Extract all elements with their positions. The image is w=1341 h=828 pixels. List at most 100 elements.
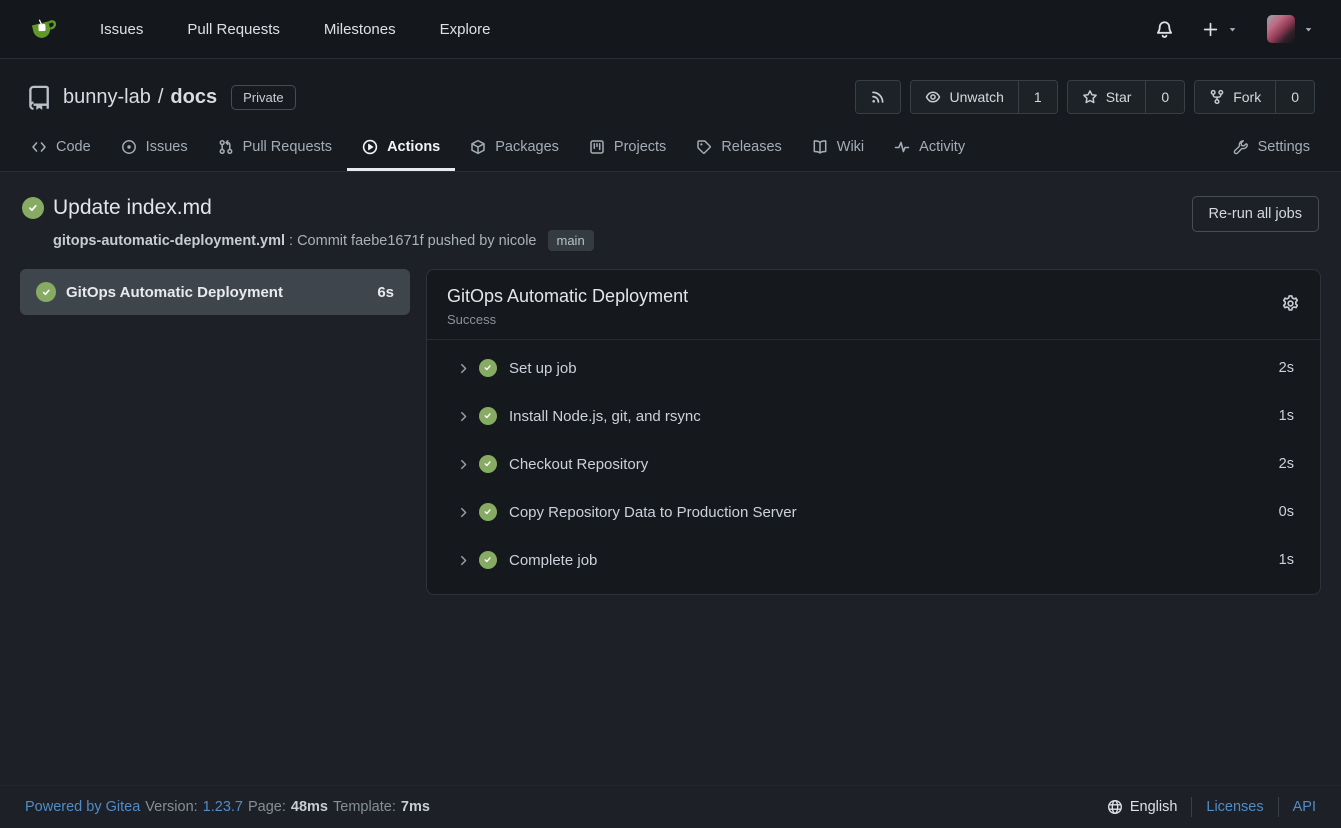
code-icon (31, 139, 47, 155)
run-subtitle: gitops-automatic-deployment.yml: Commit … (53, 230, 594, 251)
step-label: Install Node.js, git, and rsync (509, 408, 701, 425)
workflow-file-link[interactable]: gitops-automatic-deployment.yml (53, 233, 285, 249)
repo-separator: / (158, 86, 164, 109)
tag-icon (696, 139, 712, 155)
template-label: Template: (333, 799, 396, 815)
step-row[interactable]: Checkout Repository 2s (427, 440, 1320, 488)
watch-group: Unwatch 1 (910, 80, 1057, 114)
star-count[interactable]: 0 (1145, 81, 1184, 113)
job-success-icon (36, 282, 56, 302)
step-label: Complete job (509, 552, 597, 569)
tab-releases[interactable]: Releases (681, 128, 796, 171)
nav-explore[interactable]: Explore (440, 21, 491, 38)
footer-right: English Licenses API (1107, 797, 1316, 817)
fork-icon (1209, 89, 1225, 105)
unwatch-button[interactable]: Unwatch (911, 81, 1017, 113)
step-success-icon (479, 455, 497, 473)
chevron-right-icon (457, 362, 470, 375)
play-circle-icon (362, 139, 378, 155)
chevron-right-icon (457, 506, 470, 519)
gear-icon[interactable] (1281, 294, 1300, 313)
tab-activity[interactable]: Activity (879, 128, 980, 171)
tab-settings[interactable]: Settings (1218, 128, 1325, 171)
branch-badge[interactable]: main (548, 230, 594, 251)
version-link[interactable]: 1.23.7 (203, 799, 243, 815)
nav-issues[interactable]: Issues (100, 21, 143, 38)
step-row[interactable]: Set up job 2s (427, 344, 1320, 392)
actions-run-view: Update index.md gitops-automatic-deploym… (0, 172, 1341, 785)
run-title: Update index.md (53, 196, 212, 220)
step-duration: 1s (1279, 408, 1294, 424)
star-icon (1082, 89, 1098, 105)
job-detail-panel: GitOps Automatic Deployment Success Set … (426, 269, 1321, 595)
star-button[interactable]: Star (1068, 81, 1146, 113)
licenses-link[interactable]: Licenses (1206, 799, 1263, 815)
tab-code[interactable]: Code (16, 128, 106, 171)
fork-button[interactable]: Fork (1195, 81, 1275, 113)
job-list: GitOps Automatic Deployment 6s (20, 269, 410, 595)
user-menu[interactable] (1267, 15, 1315, 43)
run-body: GitOps Automatic Deployment 6s GitOps Au… (20, 269, 1321, 595)
tab-actions[interactable]: Actions (347, 128, 455, 171)
tab-pull-requests[interactable]: Pull Requests (203, 128, 347, 171)
repo-name-link[interactable]: docs (170, 86, 217, 109)
commit-text: : Commit faebe1671f pushed by nicole (289, 233, 536, 249)
page-label: Page: (248, 799, 286, 815)
footer-divider (1191, 797, 1192, 817)
step-duration: 2s (1279, 456, 1294, 472)
api-link[interactable]: API (1293, 799, 1316, 815)
job-name: GitOps Automatic Deployment (66, 284, 283, 301)
step-success-icon (479, 407, 497, 425)
tab-projects[interactable]: Projects (574, 128, 681, 171)
eye-icon (925, 89, 941, 105)
repo-owner-link[interactable]: bunny-lab (63, 86, 151, 109)
book-icon (812, 139, 828, 155)
repo-title-row: bunny-lab / docs Private Unwatch 1 Star (0, 76, 1341, 118)
issue-icon (121, 139, 137, 155)
private-badge: Private (231, 85, 295, 110)
pulse-icon (894, 139, 910, 155)
plus-icon (1202, 21, 1219, 38)
watch-count[interactable]: 1 (1018, 81, 1057, 113)
job-panel-title: GitOps Automatic Deployment (447, 286, 688, 307)
fork-group: Fork 0 (1194, 80, 1315, 114)
pull-request-icon (218, 139, 234, 155)
package-icon (470, 139, 486, 155)
tab-wiki[interactable]: Wiki (797, 128, 879, 171)
job-panel-header: GitOps Automatic Deployment Success (427, 270, 1320, 340)
nav-milestones[interactable]: Milestones (324, 21, 396, 38)
step-row[interactable]: Copy Repository Data to Production Serve… (427, 488, 1320, 536)
job-list-item[interactable]: GitOps Automatic Deployment 6s (20, 269, 410, 315)
fork-count[interactable]: 0 (1275, 81, 1314, 113)
page-time: 48ms (291, 799, 328, 815)
step-row[interactable]: Complete job 1s (427, 536, 1320, 584)
step-success-icon (479, 359, 497, 377)
powered-by-gitea-link[interactable]: Powered by Gitea (25, 799, 140, 815)
gitea-logo[interactable] (26, 12, 60, 46)
create-new-button[interactable] (1202, 21, 1239, 38)
project-icon (589, 139, 605, 155)
rss-button[interactable] (855, 80, 901, 114)
template-time: 7ms (401, 799, 430, 815)
footer-divider (1278, 797, 1279, 817)
steps-list: Set up job 2s Install Node.js, git, and … (427, 340, 1320, 594)
navbar-right (1155, 15, 1315, 43)
navbar-links: Issues Pull Requests Milestones Explore (100, 21, 490, 38)
tab-packages[interactable]: Packages (455, 128, 574, 171)
language-selector[interactable]: English (1107, 799, 1178, 815)
notifications-bell-icon[interactable] (1155, 20, 1174, 39)
run-header: Update index.md gitops-automatic-deploym… (20, 196, 1321, 251)
tab-issues[interactable]: Issues (106, 128, 203, 171)
step-duration: 0s (1279, 504, 1294, 520)
step-row[interactable]: Install Node.js, git, and rsync 1s (427, 392, 1320, 440)
repo-tabs: Code Issues Pull Requests Actions Packag… (0, 128, 1341, 171)
rerun-all-jobs-button[interactable]: Re-run all jobs (1192, 196, 1320, 232)
repo-icon (26, 85, 51, 110)
version-label: Version: (145, 799, 197, 815)
avatar (1267, 15, 1295, 43)
step-duration: 1s (1279, 552, 1294, 568)
footer: Powered by Gitea Version: 1.23.7 Page: 4… (0, 785, 1341, 828)
star-group: Star 0 (1067, 80, 1185, 114)
nav-pull-requests[interactable]: Pull Requests (187, 21, 280, 38)
step-label: Set up job (509, 360, 577, 377)
